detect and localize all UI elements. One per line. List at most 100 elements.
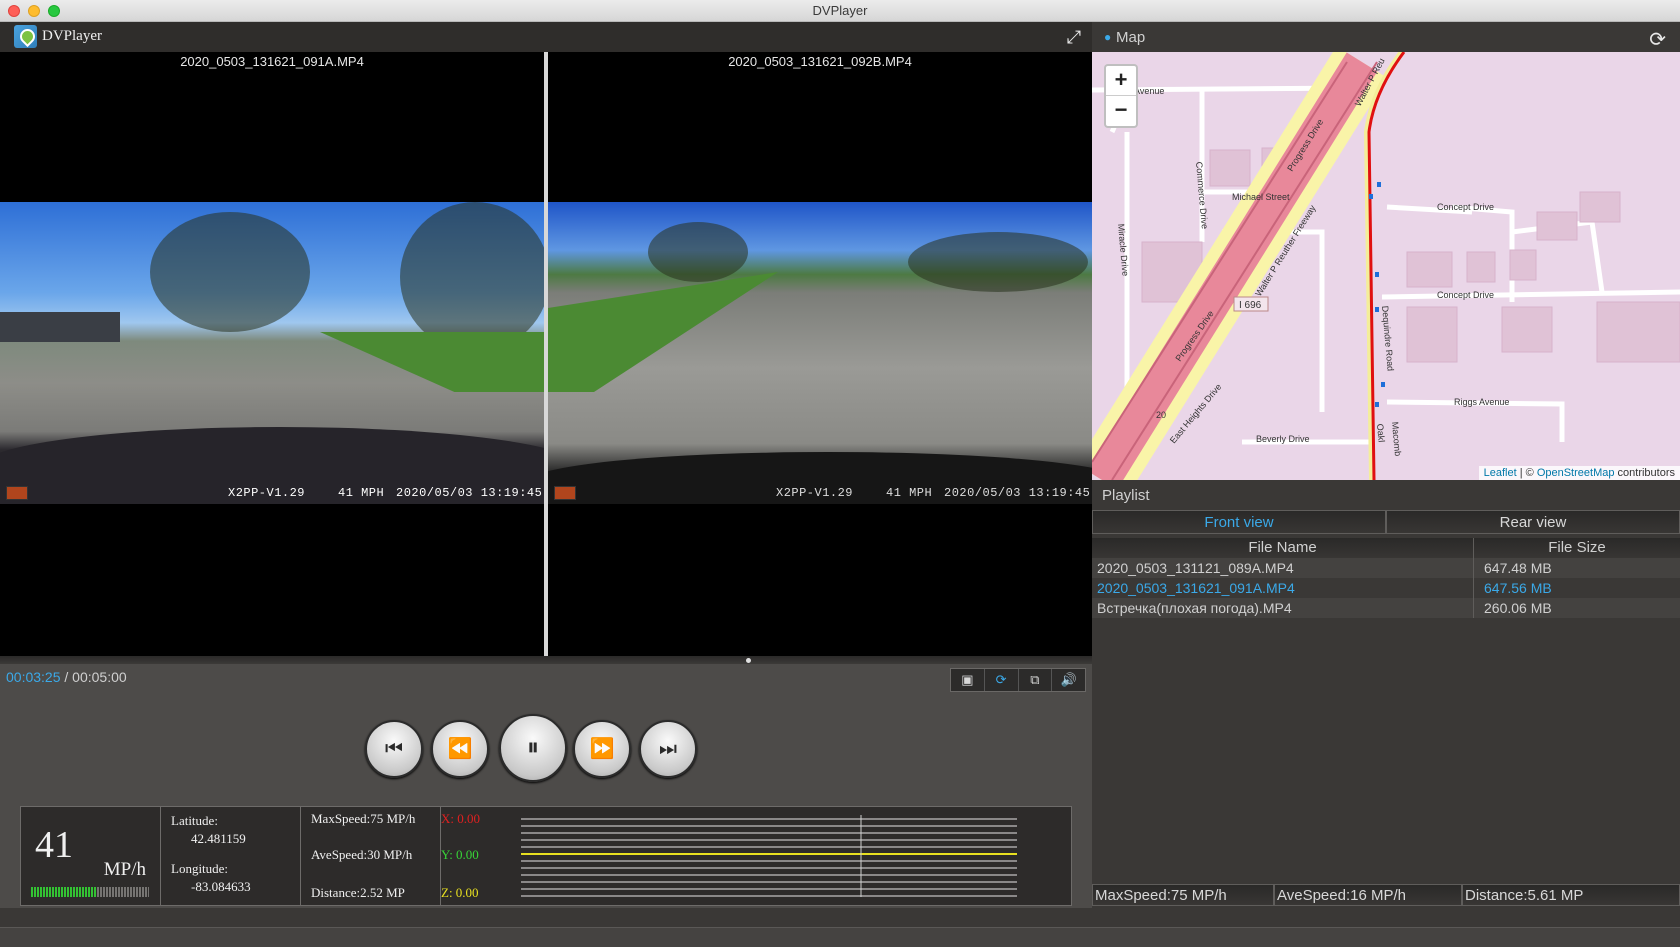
video-area: 2020_0503_131621_091A.MP4 X2PP-V1.29 41 … (0, 52, 1092, 656)
front-overlay-firmware: X2PP-V1.29 (228, 486, 306, 500)
table-row[interactable]: 2020_0503_131121_089A.MP4 647.48 MB (1092, 558, 1680, 578)
street-label: Concept Drive (1437, 202, 1494, 212)
rear-video-frame[interactable]: X2PP-V1.29 41 MPH 2020/05/03 13:19:45 (548, 202, 1092, 504)
fast-forward-button[interactable]: ⏩ (573, 720, 631, 778)
gps-track-line (1367, 52, 1406, 480)
rear-video-title: 2020_0503_131621_092B.MP4 (728, 54, 912, 69)
speed-cell: 41 MP/h (21, 807, 161, 905)
gsensor-y: Y: 0.00 (441, 847, 479, 862)
map-pin-icon: ● (1104, 30, 1112, 44)
fast-forward-icon: ⏩ (589, 738, 615, 760)
latitude-value: 42.481159 (191, 831, 246, 846)
pause-icon: ⏸ (527, 734, 539, 761)
gsensor-x: X: 0.00 (441, 811, 480, 826)
column-file-name[interactable]: File Name (1092, 538, 1474, 558)
telemetry-panel: 41 MP/h Latitude: 42.481159 Longitude: -… (20, 806, 1072, 906)
rear-video-pane[interactable]: 2020_0503_131621_092B.MP4 X2PP-V1.29 41 … (548, 52, 1092, 656)
transport-buttons: ⏮ ⏪ ⏸ ⏩ ⏭ (365, 714, 725, 784)
summary-bar: MaxSpeed:75 MP/h AveSpeed:16 MP/h Distan… (1092, 884, 1680, 906)
longitude-label: Longitude: (171, 861, 229, 876)
file-size: 647.48 MB (1484, 560, 1552, 576)
street-label: Oakl (1375, 423, 1387, 442)
status-bar (0, 927, 1680, 947)
skip-next-button[interactable]: ⏭ (639, 720, 697, 778)
building-shape (0, 312, 120, 342)
distance: Distance:2.52 MP (311, 885, 405, 900)
table-row-selected[interactable]: 2020_0503_131621_091A.MP4 647.56 MB (1092, 578, 1680, 598)
playlist-title: Playlist (1102, 487, 1150, 504)
leaflet-link[interactable]: Leaflet (1484, 467, 1517, 479)
volume-icon[interactable]: 🔊 (1052, 669, 1085, 691)
playlist-header: Playlist (1092, 480, 1680, 510)
rear-overlay-firmware: X2PP-V1.29 (776, 486, 854, 500)
playlist-table: File Name File Size 2020_0503_131121_089… (1092, 538, 1680, 618)
skip-previous-button[interactable]: ⏮ (365, 720, 423, 778)
refresh-icon[interactable]: ⟳ (1649, 27, 1666, 52)
rewind-icon: ⏪ (447, 738, 473, 760)
zoom-in-button[interactable]: + (1106, 66, 1136, 96)
table-row[interactable]: Встречка(плохая погода).MP4 260.06 MB (1092, 598, 1680, 618)
map-view[interactable]: Avenue Michael Street Commerce Drive Mir… (1092, 52, 1680, 480)
longitude-value: -83.084633 (191, 879, 251, 894)
rotate-icon[interactable]: ⟳ (985, 669, 1019, 691)
column-file-size[interactable]: File Size (1474, 538, 1680, 558)
zoom-out-button[interactable]: − (1106, 96, 1136, 126)
summary-average-speed: AveSpeed:16 MP/h (1274, 884, 1462, 906)
time-separator: / (60, 669, 73, 685)
map-attribution: Leaflet | © OpenStreetMap contributors (1478, 466, 1680, 480)
speed-unit: MP/h (103, 859, 146, 880)
app-window: DVPlayer DVPlayer ⤢ 2020_0503_131621_091… (0, 0, 1680, 947)
front-video-pane[interactable]: 2020_0503_131621_091A.MP4 X2PP-V1.29 41 … (0, 52, 544, 656)
street-label: Michael Street (1232, 192, 1290, 202)
map-zoom-control: + − (1104, 64, 1138, 128)
front-overlay-datetime: 2020/05/03 13:19:45 (396, 486, 543, 500)
street-label: Macomb (1390, 421, 1403, 456)
rewind-button[interactable]: ⏪ (431, 720, 489, 778)
street-label: Concept Drive (1437, 290, 1494, 300)
speed-value: 41 (35, 824, 73, 866)
tree-shape (908, 232, 1088, 292)
osm-link[interactable]: OpenStreetMap (1537, 467, 1615, 479)
street-label: Dequindre Road (1380, 305, 1396, 371)
street-label: Beverly Drive (1256, 434, 1310, 444)
summary-distance: Distance:5.61 MP (1462, 884, 1680, 906)
file-name: Встречка(плохая погода).MP4 (1092, 598, 1474, 618)
title-bar: DVPlayer (0, 0, 1680, 22)
pause-button[interactable]: ⏸ (499, 714, 567, 782)
window-title: DVPlayer (812, 3, 868, 18)
latitude-label: Latitude: (171, 813, 218, 828)
front-video-frame[interactable]: X2PP-V1.29 41 MPH 2020/05/03 13:19:45 (0, 202, 544, 504)
time-display: 00:03:25 / 00:05:00 (6, 669, 127, 685)
video-tools: ▣ ⟳ ⧉ 🔊 (950, 668, 1086, 692)
total-time: 00:05:00 (72, 669, 127, 685)
tree-shape (648, 222, 748, 282)
snapshot-icon[interactable]: ▣ (951, 669, 985, 691)
street-label: Commerce Drive (1194, 161, 1210, 229)
window-icon[interactable]: ⧉ (1019, 669, 1053, 691)
camera-brand-logo (6, 486, 28, 500)
map-title: Map (1116, 29, 1146, 46)
file-name: 2020_0503_131121_089A.MP4 (1092, 558, 1474, 578)
fullscreen-expand-icon[interactable]: ⤢ (1064, 27, 1084, 47)
street-label: Riggs Avenue (1454, 397, 1509, 407)
gsensor-graph (521, 815, 1017, 897)
gsensor-cell: X: 0.00 Y: 0.00 Z: 0.00 (441, 807, 506, 905)
dvplayer-logo-icon (14, 25, 37, 48)
map-header: ● Map ⟳ (1092, 22, 1680, 52)
front-video-title: 2020_0503_131621_091A.MP4 (180, 54, 364, 69)
seek-handle[interactable] (745, 658, 751, 663)
seek-bar[interactable] (0, 656, 1092, 664)
grass-shape (320, 332, 544, 392)
attribution-suffix: contributors (1614, 467, 1675, 479)
max-speed: MaxSpeed:75 MP/h (311, 811, 416, 826)
rear-overlay-speed: 41 MPH (886, 486, 933, 500)
grass-shape (548, 272, 778, 392)
tab-rear-view[interactable]: Rear view (1386, 510, 1680, 534)
gsensor-z: Z: 0.00 (441, 885, 479, 900)
coordinates-cell: Latitude: 42.481159 Longitude: -83.08463… (161, 807, 301, 905)
tab-front-view[interactable]: Front view (1092, 510, 1386, 534)
file-name: 2020_0503_131621_091A.MP4 (1092, 578, 1474, 598)
current-time: 00:03:25 (6, 669, 61, 685)
tree-shape (150, 212, 310, 332)
attribution-separator: | © (1516, 467, 1537, 479)
